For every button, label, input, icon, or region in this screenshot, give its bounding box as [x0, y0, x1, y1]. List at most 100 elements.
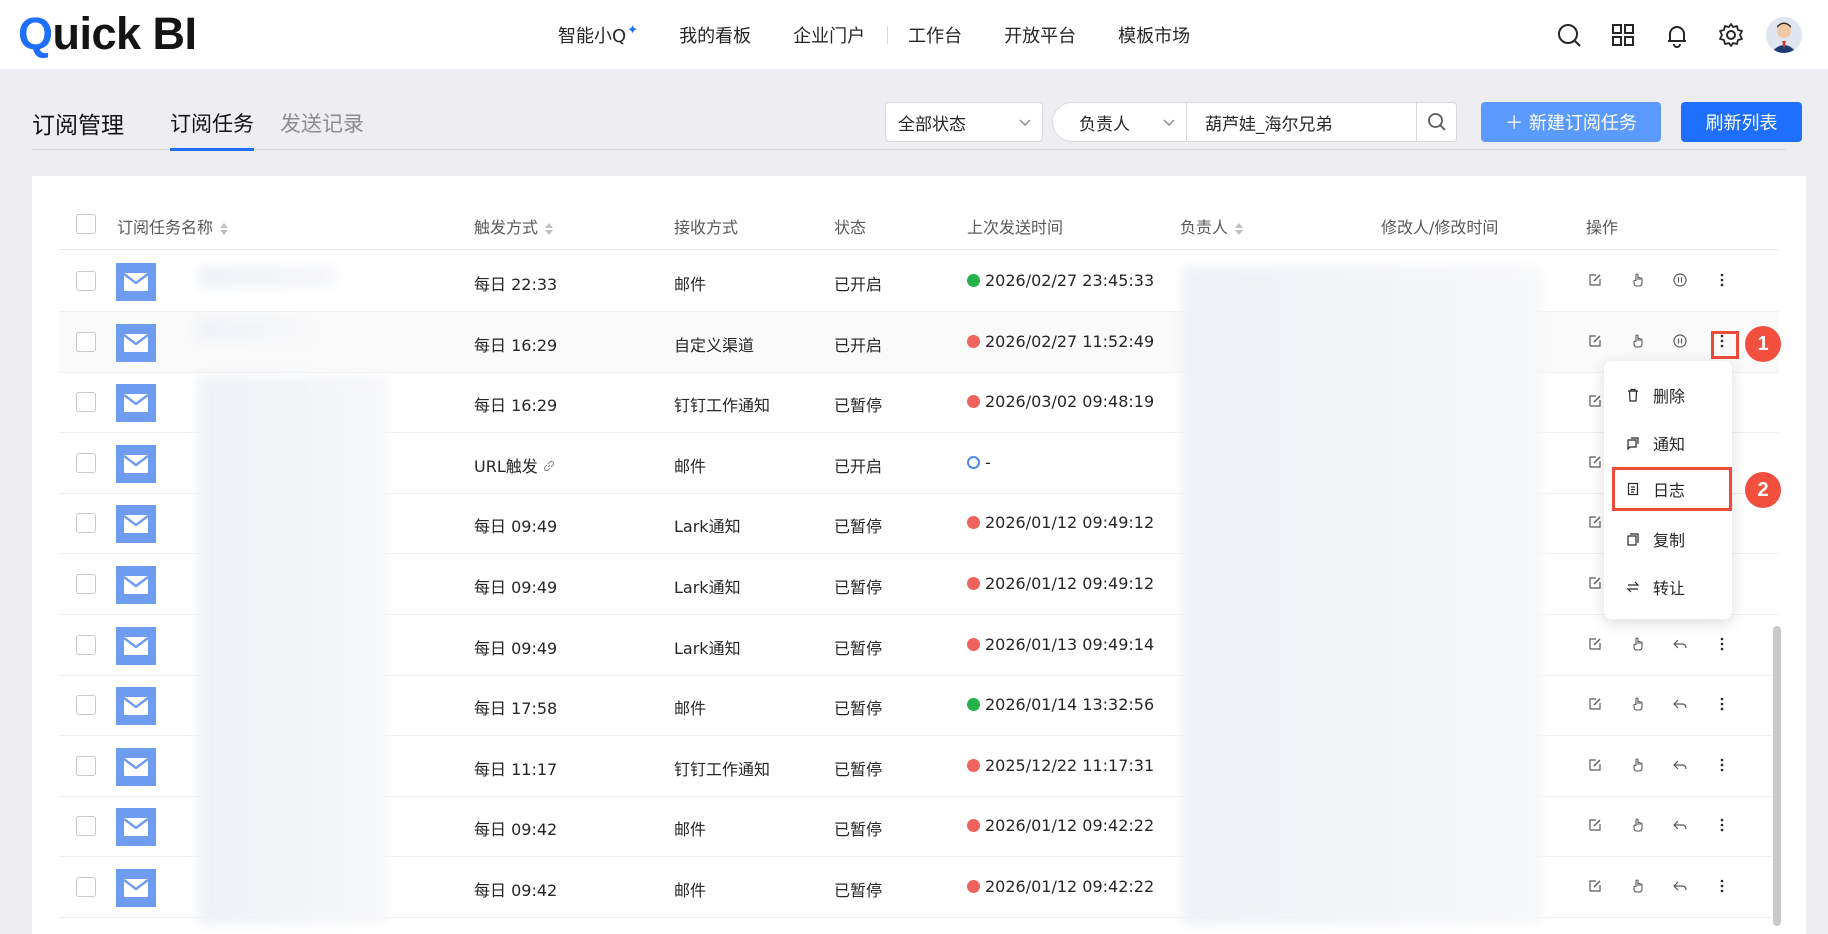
edit-icon[interactable]: [1586, 877, 1604, 895]
channel-cell: 钉钉工作通知: [674, 759, 771, 779]
settings-gear-icon[interactable]: [1704, 22, 1758, 48]
row-checkbox[interactable]: [76, 392, 96, 413]
tab-subscription-tasks[interactable]: 订阅任务: [170, 108, 254, 151]
status-cell: 已暂停: [834, 517, 883, 537]
main-menu: 智能小Q✦ 我的看板 企业门户 工作台 开放平台 模板市场: [558, 0, 1232, 69]
resume-icon[interactable]: [1671, 635, 1689, 653]
edit-icon[interactable]: [1586, 816, 1604, 834]
user-avatar[interactable]: [1766, 16, 1802, 53]
column-header-trigger[interactable]: 触发方式: [474, 214, 554, 238]
push-send-icon[interactable]: [1629, 332, 1647, 350]
column-header-last-send: 上次发送时间: [967, 218, 1064, 237]
nav-item-open-platform[interactable]: 开放平台: [1004, 22, 1076, 48]
menu-item-delete[interactable]: 删除: [1604, 375, 1732, 415]
column-header-channel: 接收方式: [674, 218, 739, 237]
row-checkbox[interactable]: [76, 574, 96, 594]
nav-item-portal[interactable]: 企业门户: [793, 22, 865, 48]
chevron-down-icon: [1163, 119, 1175, 127]
edit-icon[interactable]: [1586, 332, 1604, 350]
push-send-icon[interactable]: [1629, 271, 1647, 289]
status-cell: 已暂停: [834, 578, 883, 597]
column-header-owner[interactable]: 负责人: [1180, 214, 1244, 238]
search-button[interactable]: [1416, 103, 1456, 141]
menu-item-notify[interactable]: 通知: [1604, 423, 1732, 463]
edit-icon[interactable]: [1586, 392, 1604, 410]
vertical-scrollbar[interactable]: [1773, 626, 1781, 926]
push-send-icon[interactable]: [1629, 695, 1647, 713]
menu-item-log[interactable]: 日志: [1612, 467, 1732, 511]
edit-icon[interactable]: [1586, 635, 1604, 653]
bell-icon[interactable]: [1650, 22, 1704, 48]
push-send-icon[interactable]: [1629, 756, 1647, 774]
error-status-icon: [967, 395, 980, 409]
edit-icon[interactable]: [1586, 756, 1604, 774]
push-send-icon[interactable]: [1629, 816, 1647, 834]
pause-icon[interactable]: [1671, 271, 1689, 289]
status-filter-select[interactable]: 全部状态: [885, 102, 1043, 142]
nav-tools: [1542, 0, 1828, 69]
tab-send-records[interactable]: 发送记录: [280, 108, 364, 148]
row-checkbox[interactable]: [76, 816, 96, 837]
resume-icon[interactable]: [1671, 695, 1689, 713]
mail-icon: [116, 869, 156, 907]
push-send-icon[interactable]: [1629, 635, 1647, 653]
sort-icon[interactable]: [1234, 222, 1244, 236]
nav-item-smart-q[interactable]: 智能小Q✦: [558, 22, 639, 48]
sort-icon[interactable]: [219, 222, 229, 236]
apps-grid-icon[interactable]: [1596, 22, 1650, 48]
channel-cell: 自定义渠道: [674, 335, 755, 355]
channel-cell: 邮件: [674, 820, 707, 840]
row-checkbox[interactable]: [76, 877, 96, 897]
owner-search-input[interactable]: [1187, 103, 1427, 141]
edit-icon[interactable]: [1586, 271, 1604, 289]
new-subscription-task-button[interactable]: ＋ 新建订阅任务: [1481, 102, 1661, 142]
menu-item-transfer[interactable]: 转让: [1604, 567, 1732, 607]
row-checkbox[interactable]: [76, 755, 96, 776]
last-send-cell: 2026/03/02 09:48:19: [967, 392, 1154, 411]
more-actions-icon[interactable]: [1713, 635, 1731, 653]
quick-bi-logo[interactable]: Quick BI: [18, 8, 197, 60]
more-actions-icon[interactable]: [1713, 756, 1731, 774]
nav-item-template-market[interactable]: 模板市场: [1118, 22, 1190, 48]
row-checkbox[interactable]: [76, 695, 96, 716]
edit-icon[interactable]: [1586, 513, 1604, 531]
row-checkbox[interactable]: [76, 271, 96, 291]
edit-icon[interactable]: [1586, 695, 1604, 713]
trigger-cell: 每日 09:49: [474, 578, 558, 597]
resume-icon[interactable]: [1671, 816, 1689, 834]
row-checkbox[interactable]: [76, 331, 96, 352]
refresh-list-button[interactable]: 刷新列表: [1681, 102, 1802, 142]
row-checkbox[interactable]: [76, 513, 96, 534]
redacted-owner-column: [1182, 266, 1542, 924]
search-icon[interactable]: [1542, 22, 1596, 48]
resume-icon[interactable]: [1671, 756, 1689, 774]
owner-field-select[interactable]: 负责人: [1053, 103, 1187, 141]
more-actions-icon[interactable]: [1713, 271, 1731, 289]
menu-item-copy[interactable]: 复制: [1604, 519, 1732, 559]
mail-icon: [116, 808, 156, 847]
nav-item-workbench[interactable]: 工作台: [908, 22, 962, 48]
edit-icon[interactable]: [1586, 453, 1604, 471]
status-cell: 已暂停: [834, 820, 883, 840]
link-icon[interactable]: [542, 459, 556, 473]
status-cell: 已开启: [834, 275, 883, 294]
transfer-icon: [1626, 581, 1640, 593]
more-actions-icon[interactable]: [1713, 877, 1731, 895]
sort-icon[interactable]: [544, 222, 554, 236]
resume-icon[interactable]: [1671, 877, 1689, 895]
channel-cell: 邮件: [674, 699, 707, 719]
mail-icon: [116, 505, 156, 544]
edit-icon[interactable]: [1586, 574, 1604, 592]
row-checkbox[interactable]: [76, 452, 96, 473]
push-send-icon[interactable]: [1629, 877, 1647, 895]
select-all-checkbox[interactable]: [76, 214, 96, 234]
more-actions-icon[interactable]: [1713, 695, 1731, 713]
sparkle-icon: ✦: [627, 22, 639, 38]
trigger-cell: 每日 09:49: [474, 517, 558, 537]
more-actions-icon[interactable]: [1713, 816, 1731, 834]
log-document-icon: [1627, 482, 1639, 496]
column-header-task-name[interactable]: 订阅任务名称: [117, 214, 229, 238]
pause-icon[interactable]: [1671, 332, 1689, 350]
row-checkbox[interactable]: [76, 634, 96, 655]
nav-item-my-dashboards[interactable]: 我的看板: [679, 22, 751, 48]
